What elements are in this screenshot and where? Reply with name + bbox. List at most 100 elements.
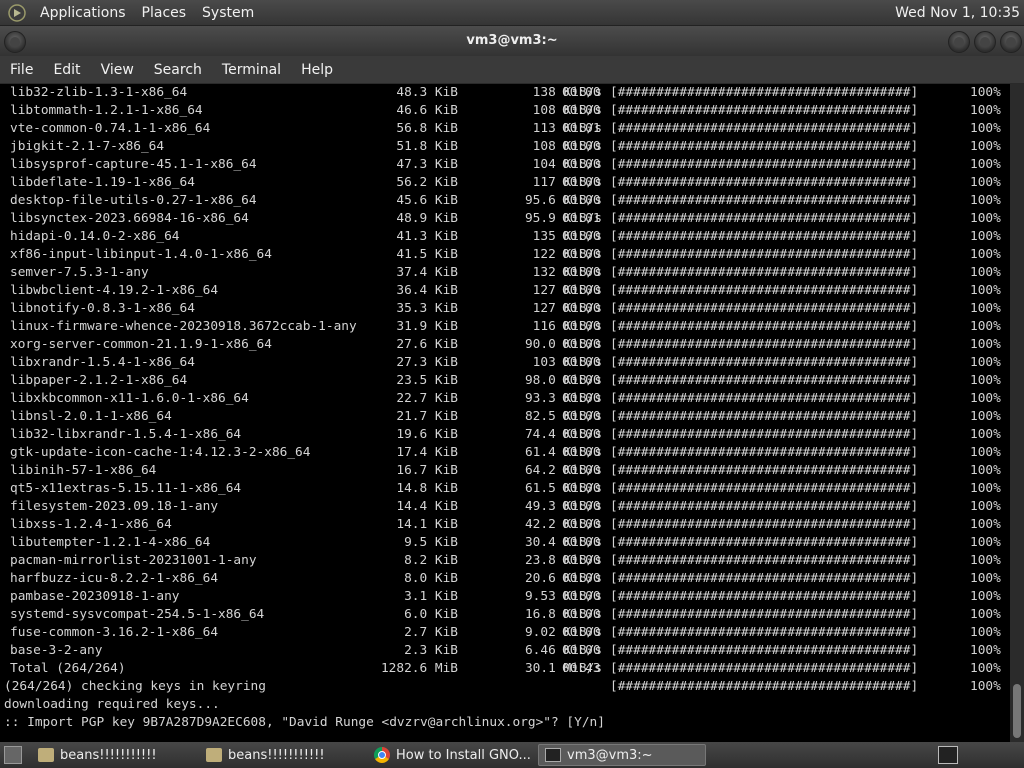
- progress-bar: [######################################]: [610, 265, 919, 280]
- download-eta: 00:00: [562, 337, 601, 352]
- maximize-button[interactable]: [974, 31, 996, 53]
- progress-percent: 100%: [970, 283, 1001, 298]
- tray-terminal-icon[interactable]: [938, 746, 958, 764]
- download-size: 48.3 KiB: [396, 85, 458, 100]
- menu-edit[interactable]: Edit: [43, 62, 90, 78]
- keyring-check-line: (264/264) checking keys in keyring [####…: [0, 678, 1010, 696]
- download-eta: 00:00: [562, 517, 601, 532]
- download-eta: 00:00: [562, 229, 601, 244]
- system-menu[interactable]: System: [194, 5, 262, 21]
- taskbar-item-label: beans!!!!!!!!!!!: [60, 747, 157, 763]
- download-row: libnsl-2.0.1-1-x86_64 21.7 KiB 82.5 KiB/s 0…: [0, 408, 1010, 426]
- download-eta: 00:00: [562, 85, 601, 100]
- download-eta: 00:00: [562, 283, 601, 298]
- progress-percent: 100%: [970, 229, 1001, 244]
- progress-percent: 100%: [970, 157, 1001, 172]
- progress-bar: [######################################]: [610, 337, 919, 352]
- download-eta: 00:00: [562, 427, 601, 442]
- close-button[interactable]: [1000, 31, 1022, 53]
- download-row: gtk-update-icon-cache-1:4.12.3-2-x86_64 1…: [0, 444, 1010, 462]
- download-eta: 00:00: [562, 175, 601, 190]
- package-name: xf86-input-libinput-1.4.0-1-x86_64: [10, 247, 272, 262]
- download-row: xf86-input-libinput-1.4.0-1-x86_64 41.5 K…: [0, 246, 1010, 264]
- progress-percent: 100%: [970, 355, 1001, 370]
- terminal-scrollbar[interactable]: [1010, 84, 1024, 742]
- taskbar-item-terminal[interactable]: vm3@vm3:~: [538, 744, 706, 766]
- progress-bar: [######################################]: [610, 553, 919, 568]
- taskbar-item-browser[interactable]: How to Install GNO...: [368, 744, 536, 766]
- download-size: 21.7 KiB: [396, 409, 458, 424]
- gnome-foot-logo-icon[interactable]: [8, 3, 26, 22]
- download-row: harfbuzz-icu-8.2.2-1-x86_64 8.0 KiB 20.6 K…: [0, 570, 1010, 588]
- package-name: libxkbcommon-x11-1.6.0-1-x86_64: [10, 391, 249, 406]
- progress-bar: [######################################]: [610, 283, 919, 298]
- progress-percent: 100%: [970, 175, 1001, 190]
- progress-bar: [######################################]: [610, 463, 919, 478]
- terminal-output[interactable]: lib32-zlib-1.3-1-x86_64 48.3 KiB 138 KiB/s…: [0, 84, 1010, 742]
- progress-percent: 100%: [970, 643, 1001, 658]
- download-eta: 00:00: [562, 571, 601, 586]
- package-name: libtommath-1.2.1-1-x86_64: [10, 103, 203, 118]
- menu-help[interactable]: Help: [291, 62, 343, 78]
- progress-percent: 100%: [970, 319, 1001, 334]
- progress-bar: [######################################]: [610, 409, 919, 424]
- package-name: libinih-57-1-x86_64: [10, 463, 157, 478]
- progress-bar: [######################################]: [610, 355, 919, 370]
- download-row: libtommath-1.2.1-1-x86_64 46.6 KiB 108 KiB…: [0, 102, 1010, 120]
- download-row: desktop-file-utils-0.27-1-x86_64 45.6 KiB…: [0, 192, 1010, 210]
- package-name: libsynctex-2023.66984-16-x86_64: [10, 211, 249, 226]
- download-eta: 00:00: [562, 139, 601, 154]
- package-name: libnotify-0.8.3-1-x86_64: [10, 301, 195, 316]
- taskbar-item-label: beans!!!!!!!!!!!: [228, 747, 325, 763]
- package-name: libutempter-1.2.1-4-x86_64: [10, 535, 211, 550]
- progress-bar: [######################################]: [610, 643, 919, 658]
- download-eta: 00:00: [562, 265, 601, 280]
- progress-percent: 100%: [970, 589, 1001, 604]
- progress-bar: [######################################]: [610, 319, 919, 334]
- download-row: systemd-sysvcompat-254.5-1-x86_64 6.0 KiB…: [0, 606, 1010, 624]
- download-size: 36.4 KiB: [396, 283, 458, 298]
- download-eta: 00:00: [562, 247, 601, 262]
- folder-icon: [206, 748, 222, 762]
- taskbar-item-beans-2[interactable]: beans!!!!!!!!!!!: [200, 744, 368, 766]
- applications-menu[interactable]: Applications: [32, 5, 134, 21]
- progress-bar: [######################################]: [610, 301, 919, 316]
- scrollbar-thumb[interactable]: [1013, 684, 1021, 738]
- progress-bar: [######################################]: [610, 571, 919, 586]
- progress-bar: [######################################]: [610, 121, 919, 136]
- progress-bar: [######################################]: [610, 103, 919, 118]
- package-name: qt5-x11extras-5.15.11-1-x86_64: [10, 481, 242, 496]
- package-name: pambase-20230918-1-any: [10, 589, 180, 604]
- package-name: linux-firmware-whence-20230918.3672ccab-…: [10, 319, 357, 334]
- download-row: vte-common-0.74.1-1-x86_64 56.8 KiB 113 Ki…: [0, 120, 1010, 138]
- download-size: 22.7 KiB: [396, 391, 458, 406]
- progress-percent: 100%: [970, 535, 1001, 550]
- package-name: desktop-file-utils-0.27-1-x86_64: [10, 193, 257, 208]
- taskbar-item-beans-1[interactable]: beans!!!!!!!!!!!: [32, 744, 200, 766]
- terminal-icon: [545, 748, 561, 762]
- progress-percent: 100%: [970, 85, 1001, 100]
- places-menu[interactable]: Places: [134, 5, 195, 21]
- download-size: 48.9 KiB: [396, 211, 458, 226]
- menu-terminal[interactable]: Terminal: [212, 62, 291, 78]
- progress-percent: 100%: [970, 427, 1001, 442]
- menu-view[interactable]: View: [91, 62, 144, 78]
- download-row: libsysprof-capture-45.1-1-x86_64 47.3 KiB…: [0, 156, 1010, 174]
- download-size: 35.3 KiB: [396, 301, 458, 316]
- download-size: 23.5 KiB: [396, 373, 458, 388]
- progress-percent: 100%: [970, 517, 1001, 532]
- minimize-button[interactable]: [948, 31, 970, 53]
- menu-search[interactable]: Search: [144, 62, 212, 78]
- progress-percent: 100%: [970, 139, 1001, 154]
- package-name: hidapi-0.14.0-2-x86_64: [10, 229, 180, 244]
- pgp-import-prompt[interactable]: :: Import PGP key 9B7A287D9A2EC608, "Dav…: [0, 714, 1010, 732]
- progress-bar: [######################################]: [610, 607, 919, 622]
- menu-file[interactable]: File: [0, 62, 43, 78]
- progress-percent: 100%: [970, 121, 1001, 136]
- progress-bar: [######################################]: [610, 517, 919, 532]
- download-row: base-3-2-any 2.3 KiB 6.46 KiB/s 00:00 [#####…: [0, 642, 1010, 660]
- window-titlebar[interactable]: vm3@vm3:~: [0, 26, 1024, 56]
- package-name: gtk-update-icon-cache-1:4.12.3-2-x86_64: [10, 445, 311, 460]
- show-desktop-icon[interactable]: [4, 746, 22, 764]
- clock[interactable]: Wed Nov 1, 10:35: [895, 5, 1024, 21]
